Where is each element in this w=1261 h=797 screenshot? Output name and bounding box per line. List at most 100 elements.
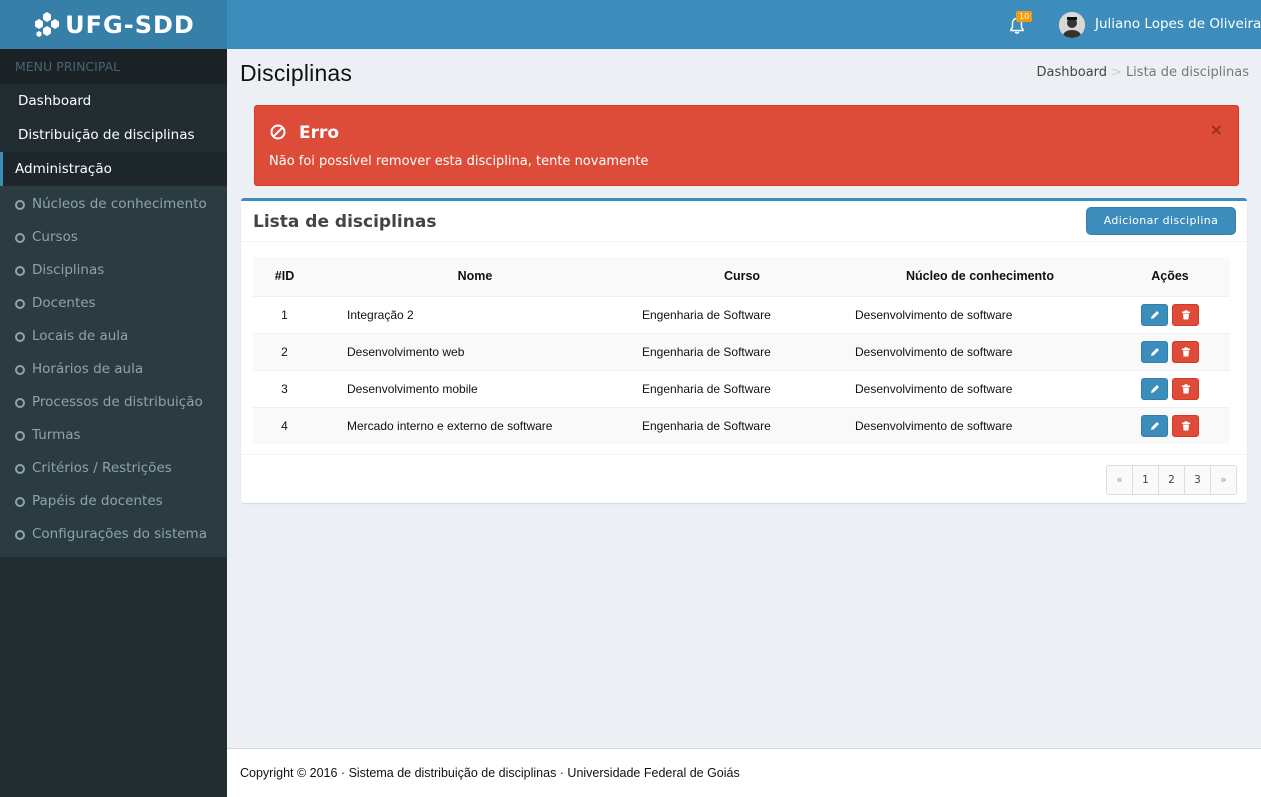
pagination-page-2[interactable]: 2 [1158, 465, 1185, 495]
cell-nucleo: Desenvolvimento de software [850, 332, 1110, 370]
box-title: Lista de disciplinas [253, 212, 437, 232]
column-header-nucleo: Núcleo de conhecimento [850, 257, 1110, 296]
circle-icon [15, 199, 25, 210]
disciplinas-box: Lista de disciplinas Adicionar disciplin… [241, 198, 1247, 503]
box-footer: « 1 2 3 » [241, 454, 1247, 506]
sidebar-subitem-label: Locais de aula [32, 328, 129, 344]
cell-acoes [1110, 406, 1230, 444]
cell-nome: Desenvolvimento mobile [316, 369, 634, 407]
sidebar-subitem-processos[interactable]: Processos de distribuição [0, 386, 227, 419]
delete-button[interactable] [1172, 414, 1199, 437]
user-avatar-icon [1059, 12, 1085, 38]
pencil-icon [1151, 347, 1159, 356]
table-row: 3 Desenvolvimento mobile Engenharia de S… [253, 369, 1230, 407]
sidebar-subitem-locais[interactable]: Locais de aula [0, 320, 227, 353]
sidebar-subitem-label: Docentes [32, 295, 96, 311]
trash-icon [1182, 346, 1190, 356]
edit-button[interactable] [1141, 377, 1168, 400]
menu-header: MENU PRINCIPAL [0, 49, 227, 84]
sidebar-subitem-horarios[interactable]: Horários de aula [0, 353, 227, 386]
notification-badge: 10 [1016, 11, 1033, 22]
avatar[interactable] [1059, 12, 1085, 38]
sidebar-subitem-label: Configurações do sistema [32, 526, 207, 542]
cell-id: 3 [253, 369, 316, 407]
circle-icon [15, 265, 25, 276]
sidebar-subitem-papeis[interactable]: Papéis de docentes [0, 485, 227, 518]
circle-icon [15, 529, 25, 540]
cell-nucleo: Desenvolvimento de software [850, 295, 1110, 333]
delete-button[interactable] [1172, 377, 1199, 400]
disciplinas-table: #ID Nome Curso Núcleo de conhecimento Aç… [253, 257, 1230, 444]
circle-icon [15, 331, 25, 342]
cell-nucleo: Desenvolvimento de software [850, 369, 1110, 407]
page-title: Disciplinas [240, 60, 353, 86]
circle-icon [15, 232, 25, 243]
table-row: 4 Mercado interno e externo de software … [253, 406, 1230, 444]
breadcrumb-home[interactable]: Dashboard [1037, 65, 1108, 80]
breadcrumb-current: Lista de disciplinas [1125, 65, 1249, 80]
table-row: 1 Integração 2 Engenharia de Software De… [253, 295, 1230, 333]
alert-title: Erro [299, 123, 340, 143]
sidebar-item-distribuicao[interactable]: Distribuição de disciplinas [0, 118, 227, 152]
breadcrumb: Dashboard > Lista de disciplinas [1037, 65, 1250, 80]
sidebar-subitem-turmas[interactable]: Turmas [0, 419, 227, 452]
cell-curso: Engenharia de Software [634, 369, 850, 407]
sidebar-subitem-disciplinas[interactable]: Disciplinas [0, 254, 227, 287]
sidebar-item-dashboard[interactable]: Dashboard [0, 84, 227, 118]
delete-button[interactable] [1172, 303, 1199, 326]
circle-icon [15, 430, 25, 441]
sidebar-subitem-configuracoes[interactable]: Configurações do sistema [0, 518, 227, 551]
logo-hexagons-icon [35, 11, 60, 37]
cell-nome: Integração 2 [316, 295, 634, 333]
circle-icon [15, 397, 25, 408]
pagination-prev[interactable]: « [1106, 465, 1133, 495]
cell-id: 1 [253, 295, 316, 333]
add-disciplina-button[interactable]: Adicionar disciplina [1086, 207, 1236, 235]
logo[interactable]: UFG-SDD [0, 0, 227, 49]
sidebar-subitem-label: Horários de aula [32, 361, 144, 377]
table-row: 2 Desenvolvimento web Engenharia de Soft… [253, 332, 1230, 370]
trash-icon [1182, 383, 1190, 393]
app-title: UFG-SDD [65, 10, 195, 39]
sidebar-item-administracao[interactable]: Administração [0, 152, 227, 186]
sidebar-subitem-label: Critérios / Restrições [32, 460, 172, 476]
pencil-icon [1151, 310, 1159, 319]
pagination: « 1 2 3 » [1106, 465, 1237, 495]
copyright-text: Copyright © 2016 · Sistema de distribuiç… [240, 766, 740, 780]
top-navbar: 10 Juliano Lopes de Oliveira [227, 0, 1261, 49]
edit-button[interactable] [1141, 414, 1168, 437]
edit-button[interactable] [1141, 340, 1168, 363]
edit-button[interactable] [1141, 303, 1168, 326]
pagination-page-3[interactable]: 3 [1184, 465, 1211, 495]
circle-icon [15, 496, 25, 507]
cell-curso: Engenharia de Software [634, 406, 850, 444]
sidebar-submenu-administracao: Núcleos de conhecimento Cursos Disciplin… [0, 186, 227, 557]
user-name[interactable]: Juliano Lopes de Oliveira [1095, 16, 1261, 32]
circle-icon [15, 463, 25, 474]
cell-nucleo: Desenvolvimento de software [850, 406, 1110, 444]
circle-icon [15, 364, 25, 375]
cell-nome: Desenvolvimento web [316, 332, 634, 370]
sidebar-subitem-label: Turmas [32, 427, 81, 443]
column-header-acoes: Ações [1110, 257, 1230, 296]
sidebar: UFG-SDD MENU PRINCIPAL Dashboard Distrib… [0, 0, 227, 797]
sidebar-subitem-criterios[interactable]: Critérios / Restrições [0, 452, 227, 485]
cell-id: 2 [253, 332, 316, 370]
breadcrumb-separator: > [1111, 65, 1122, 80]
pencil-icon [1151, 421, 1159, 430]
delete-button[interactable] [1172, 340, 1199, 363]
cell-nome: Mercado interno e externo de software [316, 406, 634, 444]
column-header-id: #ID [253, 257, 316, 296]
sidebar-subitem-label: Núcleos de conhecimento [32, 196, 207, 212]
pencil-icon [1151, 384, 1159, 393]
close-icon[interactable]: × [1210, 120, 1223, 139]
cell-acoes [1110, 295, 1230, 333]
sidebar-subitem-label: Cursos [32, 229, 78, 245]
sidebar-subitem-nucleos[interactable]: Núcleos de conhecimento [0, 188, 227, 221]
pagination-next[interactable]: » [1210, 465, 1237, 495]
pagination-page-1[interactable]: 1 [1132, 465, 1159, 495]
sidebar-subitem-docentes[interactable]: Docentes [0, 287, 227, 320]
sidebar-subitem-cursos[interactable]: Cursos [0, 221, 227, 254]
sidebar-subitem-label: Papéis de docentes [32, 493, 163, 509]
trash-icon [1182, 421, 1190, 431]
